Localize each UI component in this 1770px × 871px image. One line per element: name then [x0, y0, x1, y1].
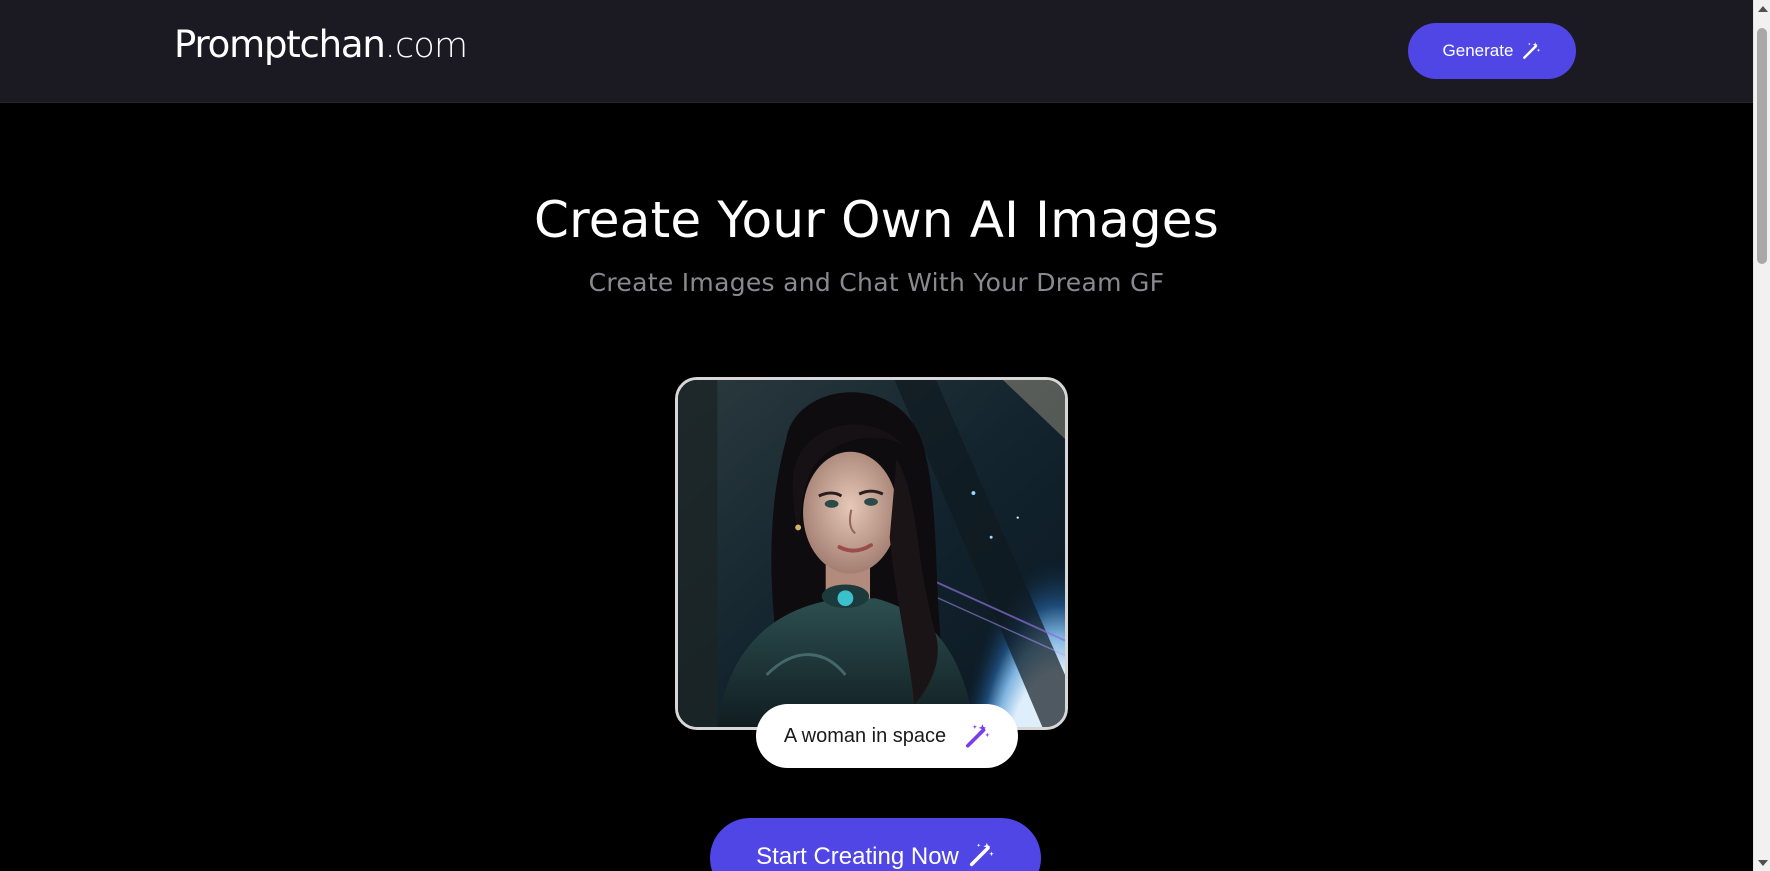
showcase-image: [675, 377, 1068, 730]
magic-wand-icon: [1521, 41, 1541, 61]
prompt-text: A woman in space: [783, 724, 947, 747]
logo-wordmark: Promptchan: [174, 23, 386, 66]
magic-wand-icon: [964, 723, 990, 749]
vertical-scrollbar[interactable]: [1753, 0, 1770, 871]
scroll-up-arrow-icon[interactable]: [1754, 0, 1770, 17]
hero-title: Create Your Own AI Images: [534, 191, 1219, 249]
scroll-down-arrow-icon[interactable]: [1754, 854, 1770, 871]
start-creating-button[interactable]: Start Creating Now: [710, 818, 1041, 871]
generate-button-label: Generate: [1442, 41, 1514, 60]
scrollbar-thumb[interactable]: [1757, 28, 1767, 264]
viewport: Promptchan .com Generate Create Your Own …: [0, 0, 1753, 871]
generate-button[interactable]: Generate: [1408, 23, 1576, 79]
start-creating-label: Start Creating Now: [756, 843, 959, 870]
site-logo[interactable]: Promptchan .com: [174, 20, 468, 70]
prompt-pill: A woman in space: [756, 704, 1018, 768]
logo-domain: .com: [384, 26, 468, 66]
hero-subtitle: Create Images and Chat With Your Dream G…: [588, 268, 1165, 297]
navbar: Promptchan .com Generate: [0, 0, 1753, 103]
magic-wand-icon: [967, 841, 995, 869]
page: Promptchan .com Generate Create Your Own …: [0, 0, 1770, 871]
